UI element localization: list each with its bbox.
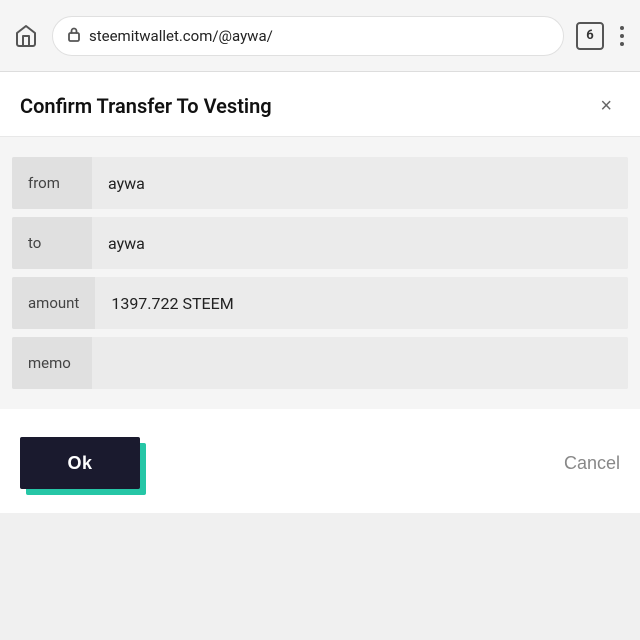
modal-title: Confirm Transfer To Vesting [20, 94, 272, 118]
more-options-icon[interactable] [616, 22, 628, 50]
button-area: Ok Cancel [0, 409, 640, 513]
amount-row: amount 1397.722 STEEM [12, 277, 628, 329]
to-value: aywa [92, 217, 628, 269]
memo-value [92, 337, 628, 389]
memo-label: memo [12, 337, 92, 389]
from-label: from [12, 157, 92, 209]
form-area: from aywa to aywa amount 1397.722 STEEM … [0, 137, 640, 409]
modal-header: Confirm Transfer To Vesting × [0, 72, 640, 137]
modal: Confirm Transfer To Vesting × from aywa … [0, 72, 640, 513]
to-row: to aywa [12, 217, 628, 269]
lock-icon [67, 26, 81, 46]
amount-label: amount [12, 277, 95, 329]
home-icon[interactable] [12, 22, 40, 50]
to-label: to [12, 217, 92, 269]
close-button[interactable]: × [592, 92, 620, 120]
cancel-button[interactable]: Cancel [564, 453, 620, 474]
from-row: from aywa [12, 157, 628, 209]
from-value: aywa [92, 157, 628, 209]
memo-row: memo [12, 337, 628, 389]
browser-chrome: steemitwallet.com/@aywa/ 6 [0, 0, 640, 72]
ok-button[interactable]: Ok [20, 437, 140, 489]
url-text: steemitwallet.com/@aywa/ [89, 27, 273, 45]
ok-button-wrapper: Ok [20, 437, 140, 489]
address-bar[interactable]: steemitwallet.com/@aywa/ [52, 16, 564, 56]
amount-value: 1397.722 STEEM [95, 277, 628, 329]
tab-count[interactable]: 6 [576, 22, 604, 50]
